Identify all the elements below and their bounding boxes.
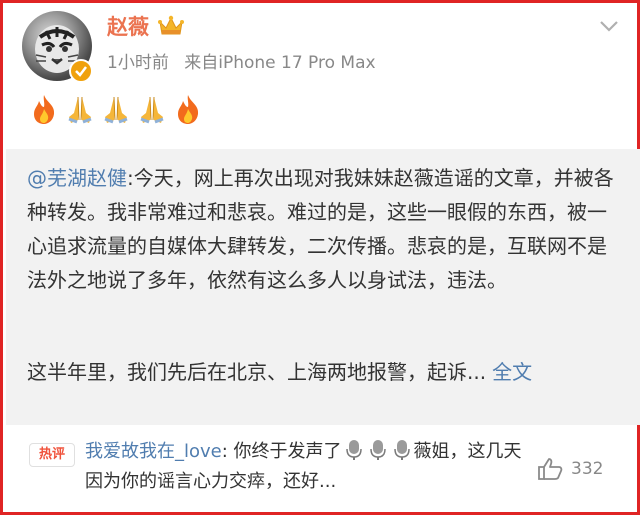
repost-box[interactable]: @芜湖赵健:今天，网上再次出现对我妹妹赵薇造谣的文章，并被各种转发。我非常难过和… [6, 149, 640, 425]
full-text-link[interactable]: 全文 [492, 360, 532, 384]
hot-comment-tag: 热评 [29, 443, 75, 467]
microphone-icon [393, 440, 410, 460]
verified-badge-icon [69, 59, 93, 83]
chevron-down-icon[interactable] [599, 19, 619, 33]
repost-text-2: 这半年里，我们先后在北京、上海两地报警，起诉... [27, 360, 487, 384]
like-count: 332 [571, 459, 604, 479]
repost-body-continued: 这半年里，我们先后在北京、上海两地报警，起诉... 全文 [27, 355, 627, 389]
repost-body: @芜湖赵健:今天，网上再次出现对我妹妹赵薇造谣的文章，并被各种转发。我非常难过和… [27, 161, 617, 297]
pray-icon [104, 96, 128, 124]
fire-icon [178, 95, 199, 124]
post-card: 赵薇 1小时前 来自iPhone 17 Pro Max @芜湖赵健:今天，网上再… [0, 0, 640, 515]
hot-comment[interactable]: 我爱故我在_love: 你终于发声了 薇姐，这几天因为你的谣言心力交瘁，还好... [85, 437, 525, 497]
crown-vip-icon [158, 15, 184, 35]
pray-icon [68, 96, 92, 124]
post-source: 来自iPhone 17 Pro Max [184, 53, 376, 73]
post-emoji-row [27, 93, 205, 125]
post-time: 1小时前 [107, 53, 169, 73]
repost-mention-link[interactable]: @芜湖赵健 [27, 166, 127, 190]
fire-icon [34, 95, 55, 124]
microphone-icon [369, 440, 386, 460]
author-name[interactable]: 赵薇 [107, 13, 149, 41]
post-meta: 1小时前 来自iPhone 17 Pro Max [107, 51, 376, 75]
microphone-icon [345, 440, 362, 460]
comment-text-a: : 你终于发声了 [221, 441, 342, 462]
like-button[interactable]: 332 [537, 455, 629, 483]
thumbs-up-icon [538, 458, 563, 480]
commenter-name[interactable]: 我爱故我在_love [85, 441, 222, 462]
pray-icon [140, 96, 164, 124]
